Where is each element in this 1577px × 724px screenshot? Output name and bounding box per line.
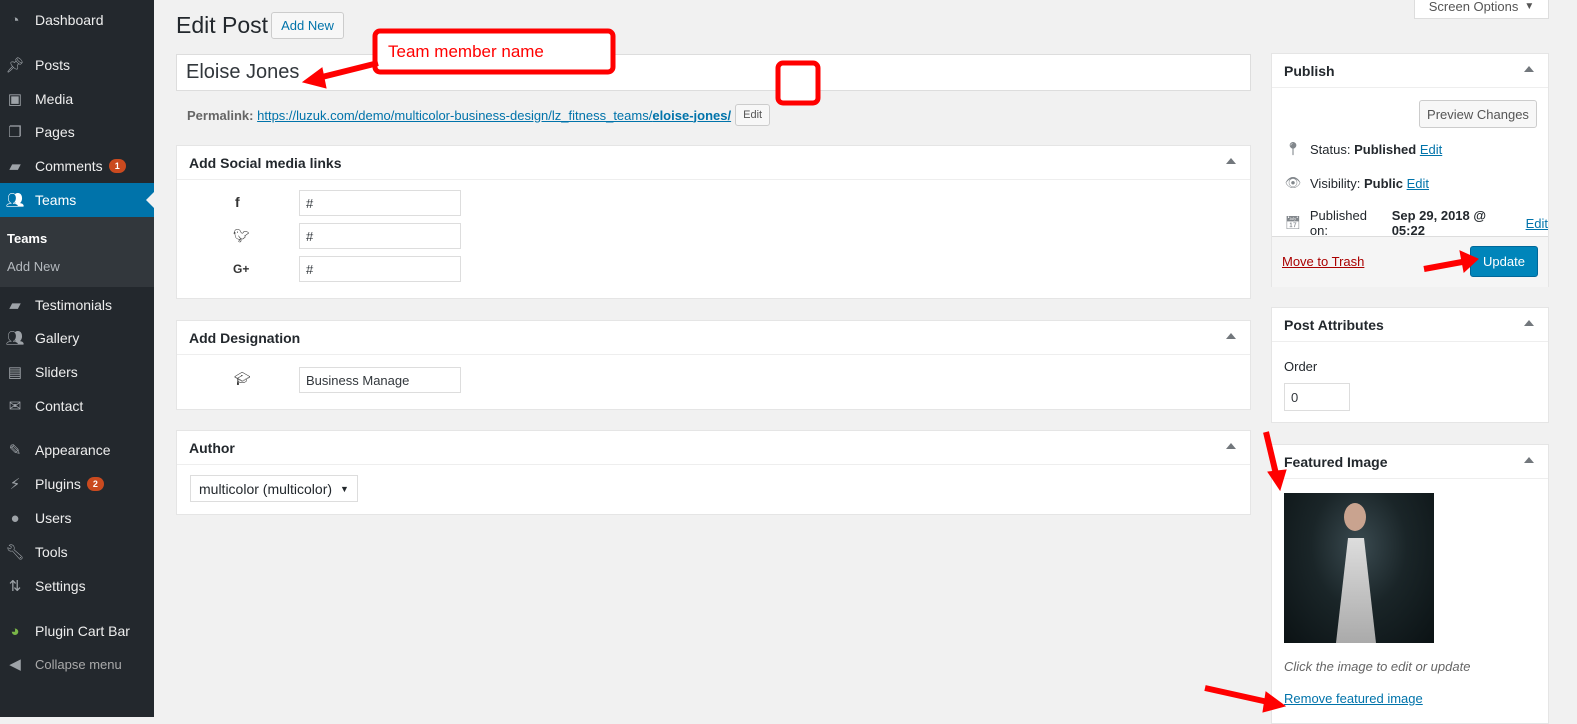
annotation-square xyxy=(775,60,821,106)
annotation-label: Team member name xyxy=(388,42,544,61)
arrow-to-remove-image xyxy=(1204,685,1269,705)
arrow-to-update xyxy=(1423,259,1463,272)
arrow-to-featured-image xyxy=(1263,431,1279,475)
annotation-overlay xyxy=(301,28,1479,713)
arrow-to-title xyxy=(317,60,379,81)
